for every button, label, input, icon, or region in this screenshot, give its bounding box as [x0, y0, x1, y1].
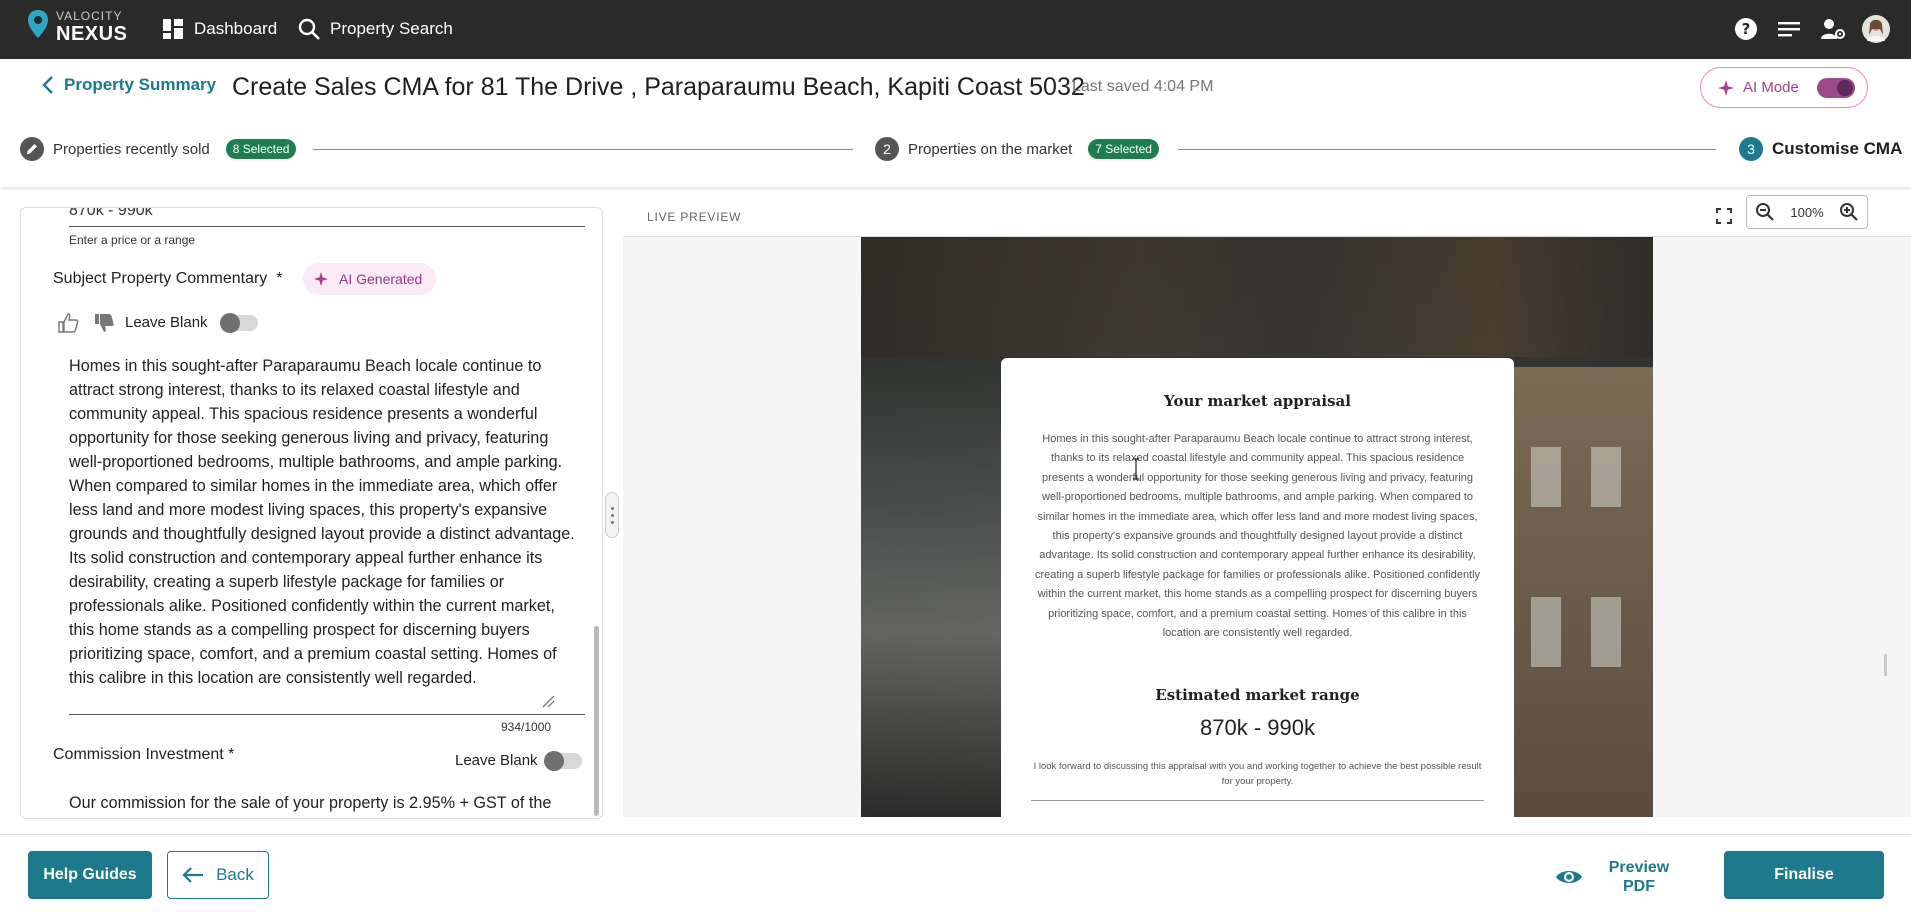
step-properties-on-market[interactable]: 2 Properties on the market 7 Selected: [875, 135, 1159, 163]
leave-blank-commission[interactable]: Leave Blank: [455, 750, 582, 771]
step-2-badge: 7 Selected: [1088, 139, 1159, 159]
footer-bar: Help Guides Back Preview PDF Finalise: [0, 834, 1911, 912]
appraisal-title: Your market appraisal: [1164, 392, 1351, 410]
leave-blank-commentary[interactable]: Leave Blank: [125, 312, 258, 333]
textarea-underline: [69, 714, 585, 715]
leave-blank-toggle[interactable]: [543, 750, 582, 771]
ai-mode-label: AI Mode: [1743, 79, 1799, 96]
top-nav: VALOCITY NEXUS Dashboard Property Search…: [0, 0, 1911, 59]
ai-generated-label: AI Generated: [339, 271, 423, 287]
price-range-input[interactable]: 870k - 990k: [69, 208, 153, 220]
preview-toolbar: LIVE PREVIEW 100%: [623, 195, 1911, 237]
step-1-badge: 8 Selected: [225, 139, 297, 159]
property-summary-link[interactable]: Property Summary: [42, 75, 216, 95]
appraisal-footer-text: I look forward to discussing this apprai…: [1033, 761, 1482, 787]
live-preview-area: LIVE PREVIEW 100% Your market appraisal …: [623, 195, 1911, 817]
finalise-button[interactable]: Finalise: [1724, 851, 1884, 899]
commentary-textarea[interactable]: Homes in this sought-after Paraparaumu B…: [69, 354, 581, 706]
help-icon[interactable]: ?: [1731, 14, 1761, 44]
svg-text:?: ?: [1742, 20, 1751, 38]
step-2-label: Properties on the market: [908, 140, 1073, 158]
last-saved-status: Last saved 4:04 PM: [1072, 78, 1214, 95]
zoom-in-icon[interactable]: [1839, 202, 1859, 222]
nav-property-search[interactable]: Property Search: [298, 14, 453, 44]
eye-icon: [1556, 871, 1582, 883]
text-cursor-icon: [1133, 458, 1139, 480]
cma-form-panel: 870k - 990k Enter a price or a range Sub…: [20, 207, 603, 819]
dashboard-icon: [163, 19, 183, 39]
price-helper-text: Enter a price or a range: [69, 233, 196, 247]
market-range-value: 870k - 990k: [1200, 715, 1315, 740]
thumbs-up-icon[interactable]: [57, 312, 79, 334]
page-title: Create Sales CMA for 81 The Drive , Para…: [232, 73, 1085, 101]
live-preview-label: LIVE PREVIEW: [647, 210, 742, 224]
zoom-level: 100%: [1790, 204, 1824, 220]
property-summary-label: Property Summary: [64, 75, 217, 94]
step-2-number: 2: [875, 137, 899, 161]
leave-blank-label: Leave Blank: [125, 314, 208, 331]
resize-grip-icon[interactable]: [541, 694, 555, 708]
back-label: Back: [216, 865, 254, 884]
commentary-label-text: Subject Property Commentary: [53, 270, 268, 287]
step-properties-recently-sold[interactable]: Properties recently sold 8 Selected: [20, 135, 297, 163]
preview-pdf-button[interactable]: Preview PDF: [1555, 855, 1685, 899]
appraisal-body: Homes in this sought-after Paraparaumu B…: [1034, 433, 1481, 640]
panel-resize-handle[interactable]: [605, 492, 619, 538]
market-appraisal-card: Your market appraisal Homes in this soug…: [1001, 358, 1514, 817]
commission-label: Commission Investment *: [53, 746, 235, 763]
back-button[interactable]: Back: [167, 851, 269, 899]
commentary-label: Subject Property Commentary *: [53, 270, 282, 288]
ai-mode-toggle[interactable]: AI Mode: [1700, 67, 1868, 108]
help-guides-button[interactable]: Help Guides: [28, 851, 152, 899]
card-divider: [1031, 800, 1484, 801]
avatar[interactable]: [1861, 14, 1891, 44]
logo-line1: VALOCITY: [56, 9, 123, 23]
leave-blank-toggle[interactable]: [219, 312, 258, 333]
required-mark: *: [276, 270, 283, 287]
zoom-control: 100%: [1746, 195, 1868, 229]
step-connector: [313, 149, 853, 150]
chevron-left-icon: [42, 76, 53, 94]
valocity-nexus-logo[interactable]: VALOCITY NEXUS: [26, 8, 127, 46]
edit-pencil-icon: [20, 137, 44, 161]
background-house: [1501, 367, 1653, 817]
nav-dashboard[interactable]: Dashboard: [162, 14, 277, 44]
character-count: 934/1000: [501, 720, 552, 734]
market-range-title: Estimated market range: [1155, 686, 1360, 704]
preview-pdf-label: Preview PDF: [1608, 859, 1670, 895]
leave-blank-label: Leave Blank: [455, 752, 538, 769]
zoom-out-icon[interactable]: [1755, 202, 1775, 222]
fullscreen-button[interactable]: [1710, 202, 1738, 230]
arrow-left-icon: [182, 867, 204, 883]
fullscreen-icon: [1716, 208, 1732, 224]
ai-mode-switch[interactable]: [1817, 78, 1855, 98]
price-input-underline: [69, 226, 585, 227]
menu-icon[interactable]: [1774, 14, 1804, 44]
step-3-label: Customise CMA: [1772, 139, 1903, 158]
thumbs-down-icon[interactable]: [93, 312, 115, 334]
step-3-number: 3: [1739, 137, 1763, 161]
step-1-label: Properties recently sold: [53, 140, 210, 158]
search-icon: [298, 18, 320, 40]
nav-property-search-label: Property Search: [330, 19, 453, 38]
scrollbar-thumb[interactable]: [594, 626, 599, 816]
step-connector: [1178, 149, 1716, 150]
cma-page-preview: Your market appraisal Homes in this soug…: [861, 237, 1653, 817]
logo-line2: NEXUS: [56, 23, 128, 45]
nav-dashboard-label: Dashboard: [194, 19, 278, 38]
sparkle-icon: [1718, 79, 1734, 96]
user-settings-icon[interactable]: [1818, 14, 1848, 44]
stepper: Properties recently sold 8 Selected 2 Pr…: [0, 135, 1911, 175]
location-pin-icon: [28, 10, 48, 38]
preview-scrollbar[interactable]: [1884, 654, 1887, 676]
ai-generated-chip: AI Generated: [303, 263, 437, 295]
commission-textarea[interactable]: Our commission for the sale of your prop…: [69, 794, 551, 813]
sparkle-icon: [313, 271, 329, 287]
page-header: Property Summary Create Sales CMA for 81…: [0, 59, 1911, 187]
step-customise-cma[interactable]: 3 Customise CMA: [1739, 135, 1902, 163]
